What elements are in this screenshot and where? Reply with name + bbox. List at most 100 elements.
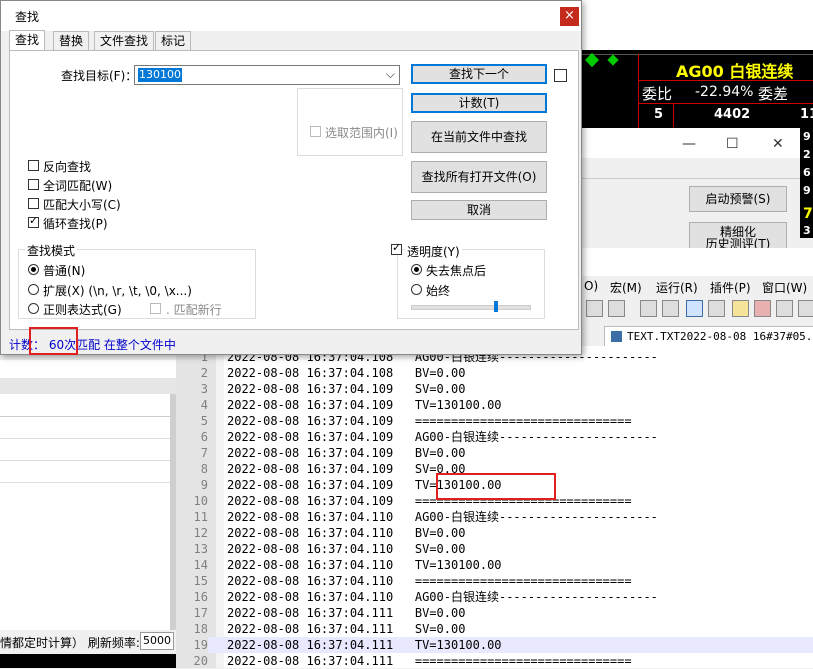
tab-mark[interactable]: 标记 (155, 31, 192, 50)
on-lose-focus-label: 失去焦点后 (426, 264, 487, 278)
close-icon[interactable]: ✕ (772, 136, 784, 152)
editor-line: 11 2022-08-08 16:37:04.110 AG00-白银连续-----… (193, 510, 658, 524)
mode-normal-label: 普通(N) (43, 264, 86, 278)
toolbar-icon[interactable] (732, 300, 749, 317)
editor-line: 7 2022-08-08 16:37:04.109 BV=0.00 (200, 446, 466, 460)
refine-evaluate-button[interactable]: 精细化 历史测评(T) (689, 222, 787, 250)
quote-cell: 4402 (714, 107, 751, 122)
find-dialog: 查找 × 查找 替换 文件查找 标记 查找目标(F)： 130100 ⌵ 查找下… (0, 0, 582, 355)
close-icon[interactable]: × (560, 7, 579, 26)
quote-topbar (582, 0, 813, 50)
menu-item-window[interactable]: 窗口(W) (762, 279, 807, 296)
editor-line: 2 2022-08-08 16:37:04.108 BV=0.00 (200, 366, 466, 380)
tab-replace[interactable]: 替换 (53, 31, 90, 50)
transparency-label: 透明度(Y) (405, 243, 462, 260)
mode-extended-label: 扩展(X) (\n, \r, \t, \0, \x...) (43, 284, 192, 298)
dot-newline-label: . 匹配新行 (166, 303, 222, 317)
on-lose-focus-radio[interactable] (411, 264, 422, 275)
toolbar-icon[interactable] (608, 300, 625, 317)
toolbar-icon[interactable] (798, 300, 813, 317)
slider-thumb[interactable] (494, 301, 498, 312)
refresh-rate-label: 情都定时计算） 刷新频率: (0, 636, 140, 650)
indent-guide-icon[interactable] (686, 300, 703, 317)
word-wrap-icon[interactable] (640, 300, 657, 317)
whole-word-label: 全词匹配(W) (43, 179, 113, 193)
mode-regex-radio[interactable] (28, 303, 39, 314)
find-target-value[interactable]: 130100 (138, 68, 182, 82)
instrument-name: AG00 白银连续 (676, 62, 794, 81)
maximize-icon[interactable]: ☐ (726, 136, 739, 152)
mode-normal-radio[interactable] (28, 264, 39, 275)
editor-line: 16 2022-08-08 16:37:04.110 AG00-白银连续-----… (193, 590, 658, 604)
editor-text-area[interactable]: 1 2022-08-08 16:37:04.108 AG00-白银连续------… (176, 346, 813, 668)
editor-menubar: O) 宏(M) 运行(R) 插件(P) 窗口(W) (582, 276, 813, 296)
count-highlight-box (29, 327, 78, 355)
editor-line: 12 2022-08-08 16:37:04.110 BV=0.00 (193, 526, 466, 540)
dialog-titlebar[interactable]: 查找 × (1, 1, 581, 31)
reverse-search-label: 反向查找 (43, 160, 92, 174)
file-tab[interactable]: TEXT.TXT2022-08-08 16#37#05.txt (604, 326, 813, 347)
editor-line: 20 2022-08-08 16:37:04.111 ==============… (193, 654, 632, 668)
editor-line: 5 2022-08-08 16:37:04.109 ===============… (200, 414, 632, 428)
quote-cell: 11 (800, 107, 813, 122)
wrap-around-checkbox[interactable]: ✓ (28, 215, 39, 228)
left-data-panel: 情都定时计算） 刷新频率: 5000 (0, 360, 176, 668)
option-checkbox[interactable] (554, 69, 567, 82)
bid-diff-label: 委差 (758, 85, 789, 103)
find-next-button[interactable]: 查找下一个 (411, 64, 547, 84)
selection-group (297, 88, 403, 156)
editor-line: 18 2022-08-08 16:37:04.111 SV=0.00 (193, 622, 466, 636)
find-target-combobox[interactable]: 130100 ⌵ (134, 65, 400, 85)
count-button[interactable]: 计数(T) (411, 93, 547, 113)
show-symbols-icon[interactable] (662, 300, 679, 317)
always-label: 始终 (426, 284, 451, 298)
bid-ratio-value: -22.94% (695, 84, 754, 100)
alert-window: — ☐ ✕ 启动预警(S) 精细化 历史测评(T) (582, 128, 800, 250)
mode-extended-radio[interactable] (28, 284, 39, 295)
menu-item[interactable]: O) (584, 279, 598, 293)
toolbar-icon[interactable] (776, 300, 793, 317)
cancel-button[interactable]: 取消 (411, 200, 547, 220)
transparency-slider[interactable] (411, 301, 531, 312)
toolbar-icon[interactable] (754, 300, 771, 317)
whole-word-checkbox[interactable] (28, 179, 39, 190)
editor-line: 14 2022-08-08 16:37:04.110 TV=130100.00 (193, 558, 502, 572)
dot-newline-checkbox[interactable] (150, 303, 161, 314)
tab-find-in-files[interactable]: 文件查找 (94, 31, 155, 50)
find-in-current-file-button[interactable]: 在当前文件中查找 (411, 121, 547, 153)
search-mode-title: 查找模式 (25, 242, 78, 259)
chevron-down-icon[interactable]: ⌵ (386, 67, 395, 82)
editor-tabbar: TEXT.TXT2022-08-08 16#37#05.txt (582, 320, 813, 347)
match-case-label: 匹配大小写(C) (43, 198, 121, 212)
editor-line-current: 19 2022-08-08 16:37:04.111 TV=130100.00 (176, 637, 813, 653)
in-selection-checkbox[interactable] (310, 126, 321, 137)
tab-find[interactable]: 查找 (9, 30, 46, 51)
find-target-label: 查找目标(F)： (61, 69, 138, 83)
toolbar-icon[interactable] (708, 300, 725, 317)
bid-ratio-label: 委比 (642, 85, 673, 103)
scrollbar[interactable] (170, 394, 176, 634)
menu-item-macro[interactable]: 宏(M) (610, 279, 642, 296)
save-icon (611, 331, 622, 342)
start-alert-button[interactable]: 启动预警(S) (689, 186, 787, 212)
match-case-checkbox[interactable] (28, 198, 39, 209)
menu-item-plugins[interactable]: 插件(P) (710, 279, 751, 296)
wrap-around-label: 循环查找(P) (43, 217, 108, 231)
toolbar-icon[interactable] (586, 300, 603, 317)
reverse-search-checkbox[interactable] (28, 160, 39, 171)
editor-line: 3 2022-08-08 16:37:04.109 SV=0.00 (200, 382, 466, 396)
minimize-icon[interactable]: — (682, 136, 696, 152)
menu-item-run[interactable]: 运行(R) (656, 279, 698, 296)
side-number-strip: 9 2 6 9 7 3 (800, 128, 813, 238)
quote-panel: AG00 白银连续 委比 -22.94% 委差 5 4402 11 (582, 0, 813, 128)
editor-line: 6 2022-08-08 16:37:04.109 AG00-白银连续------… (200, 430, 658, 444)
find-all-open-files-button[interactable]: 查找所有打开文件(O) (411, 161, 547, 193)
transparency-checkbox[interactable]: ✓ (391, 242, 402, 255)
editor-toolbar (582, 296, 813, 320)
in-selection-label: 选取范围内(I) (325, 126, 398, 140)
always-radio[interactable] (411, 284, 422, 295)
quote-cell: 5 (654, 107, 664, 122)
refresh-rate-input[interactable]: 5000 (140, 632, 174, 650)
editor-line: 15 2022-08-08 16:37:04.110 ==============… (193, 574, 632, 588)
dialog-title: 查找 (15, 10, 40, 24)
